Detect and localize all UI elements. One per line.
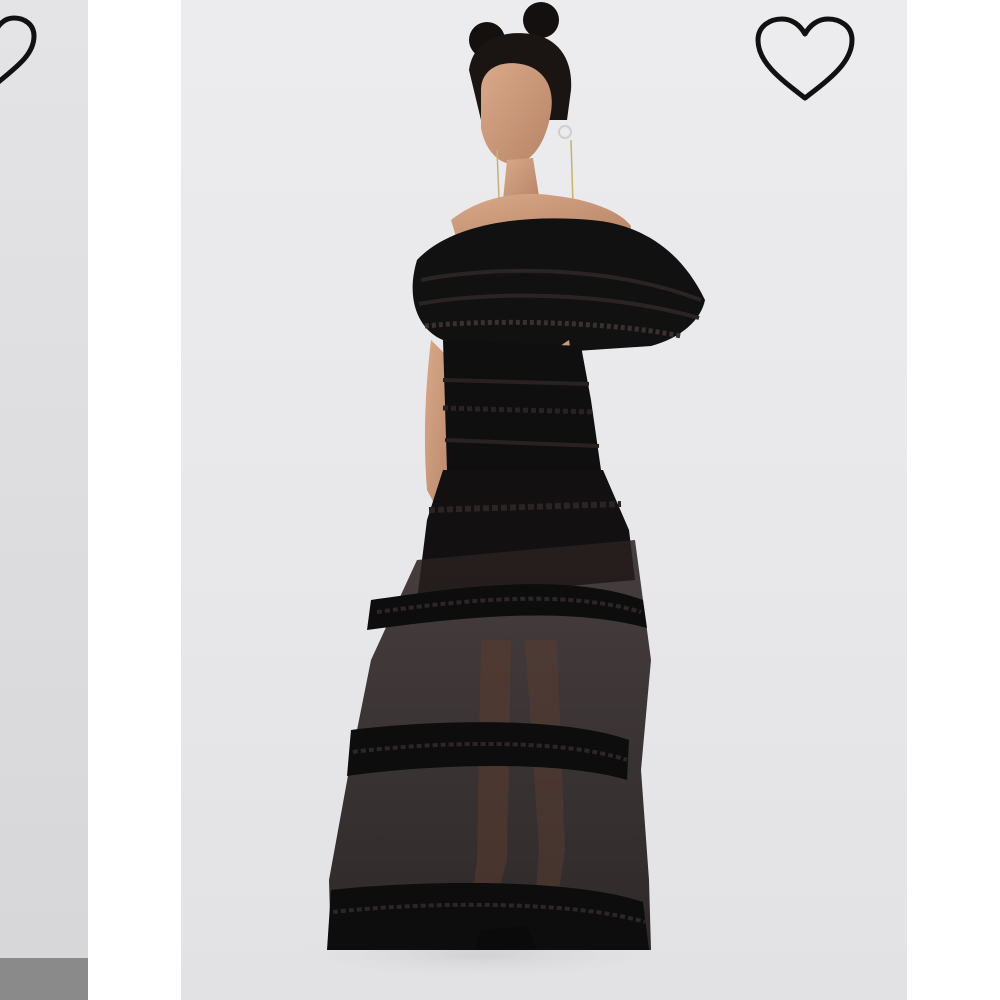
product-card[interactable] — [181, 0, 907, 1000]
heart-outline-icon[interactable] — [0, 14, 38, 90]
product-gallery — [0, 0, 1000, 1000]
previous-product-card[interactable] — [0, 0, 88, 1000]
card-footer-bar — [0, 958, 88, 1000]
product-image[interactable] — [181, 0, 907, 1000]
heart-outline-icon[interactable] — [753, 14, 857, 104]
